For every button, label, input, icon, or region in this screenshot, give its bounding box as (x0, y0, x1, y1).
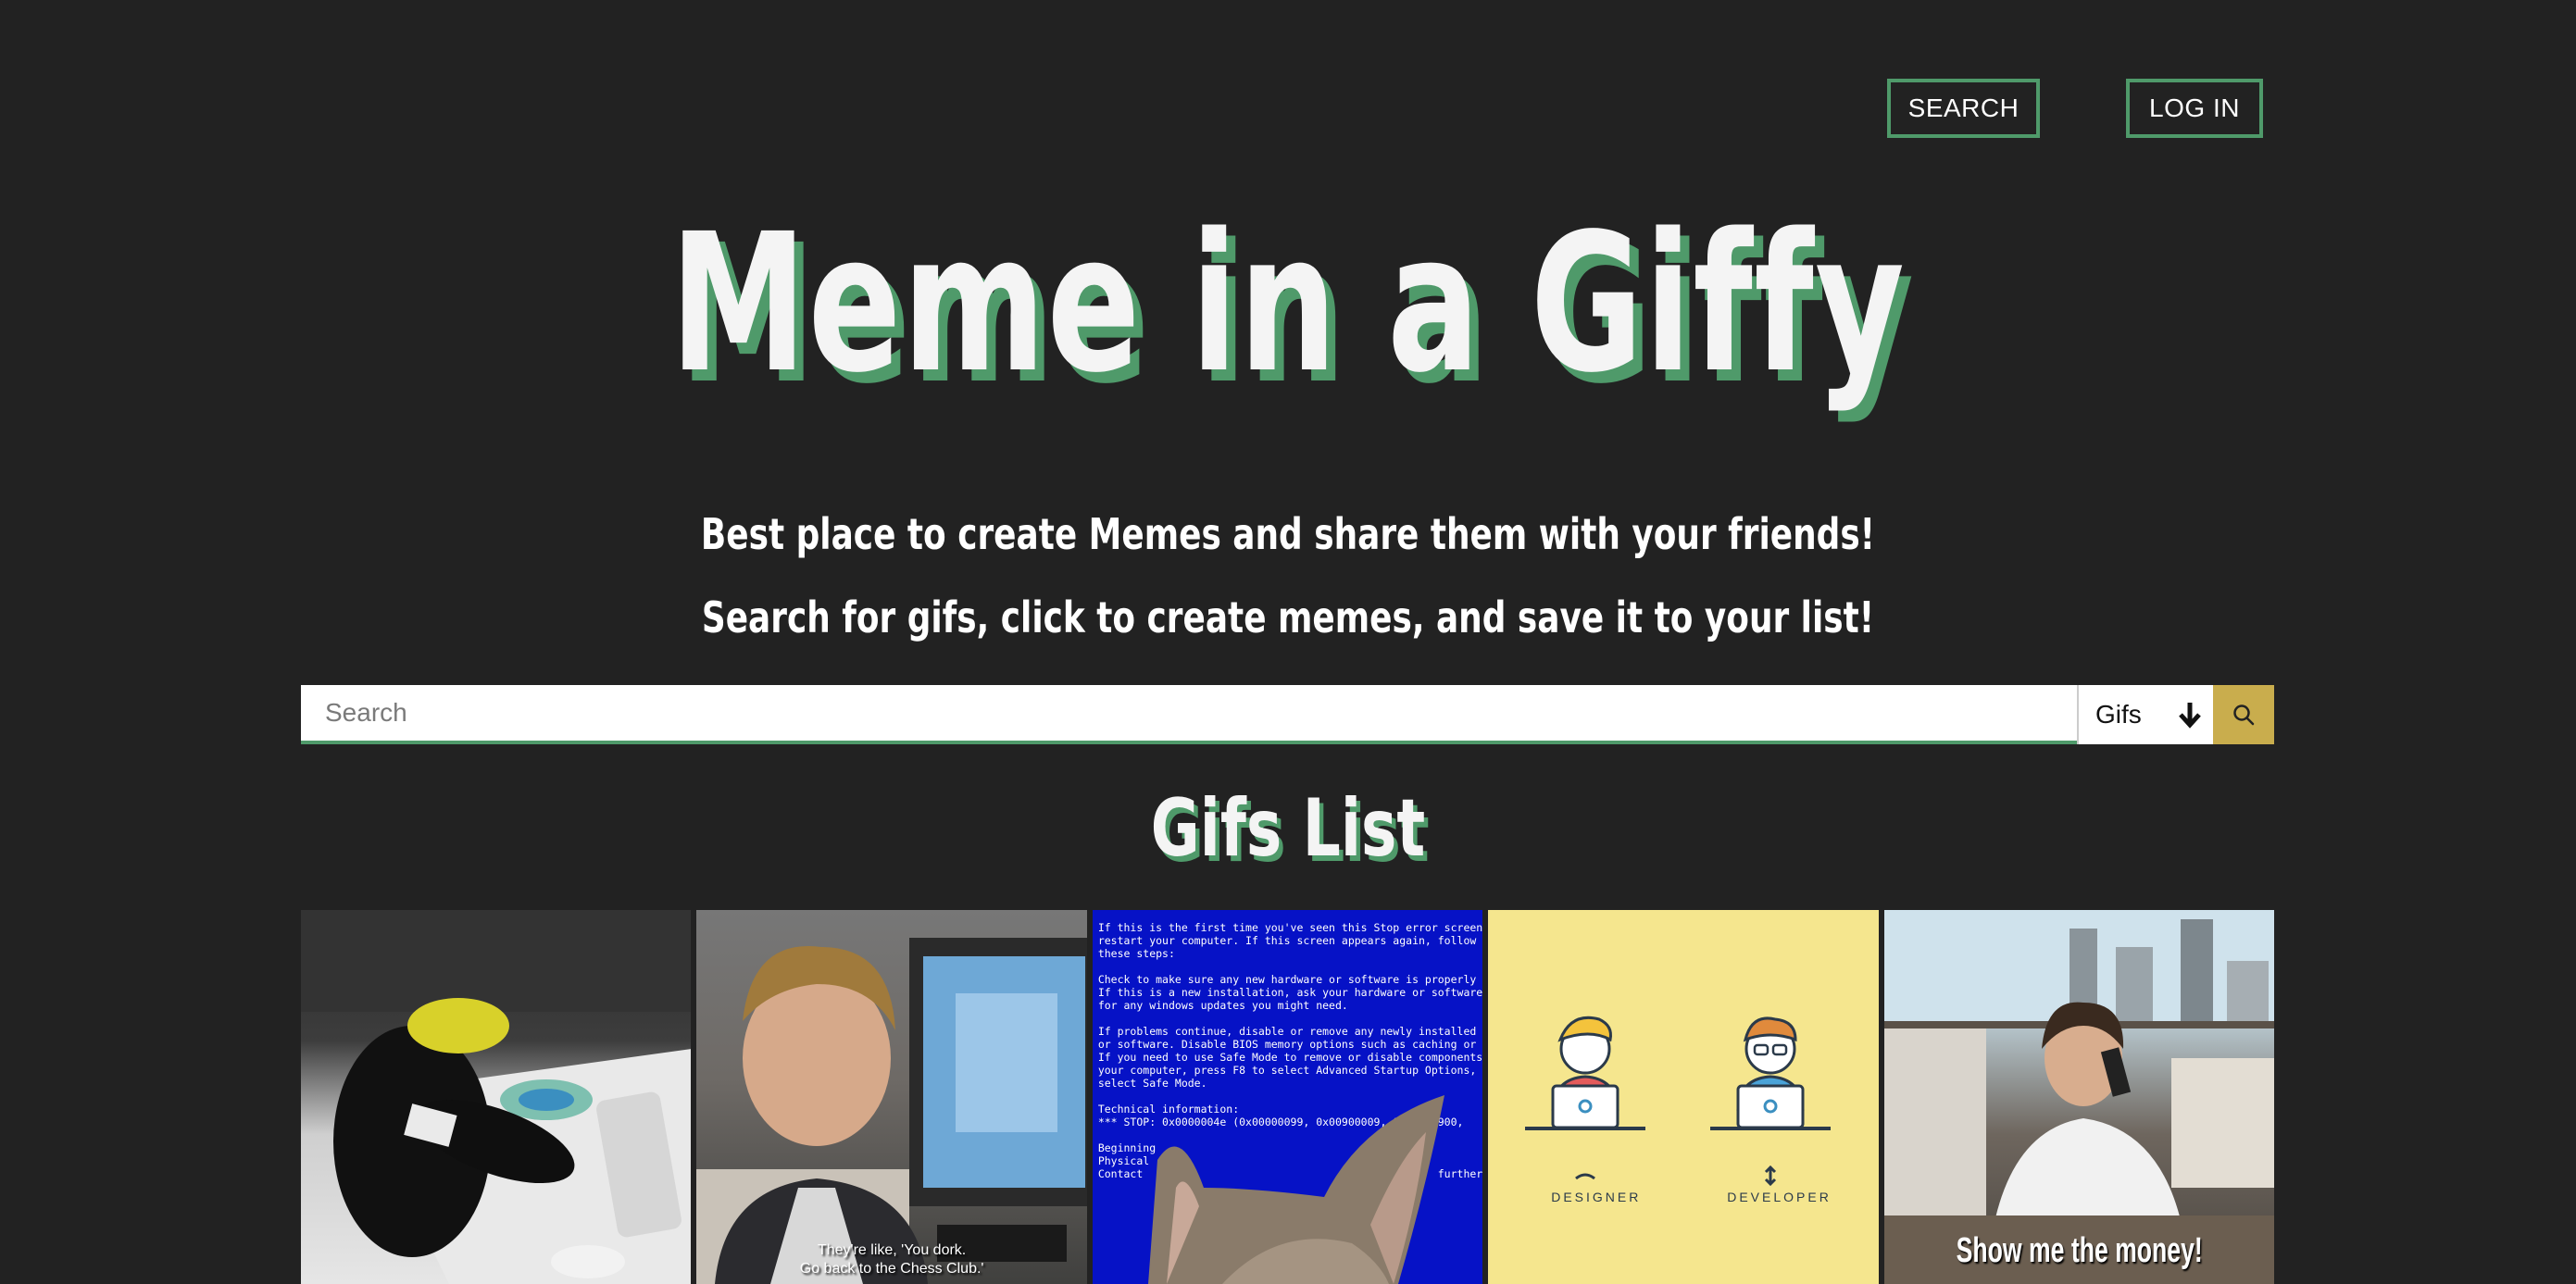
gif-tile[interactable]: They're like, 'You dork. Go back to the … (696, 910, 1087, 1284)
gif-thumbnail-cat (1147, 1095, 1444, 1284)
site-subtitle-2: Search for gifs, click to create memes, … (701, 592, 1875, 642)
media-type-value: Gifs (2095, 700, 2142, 729)
gifs-list-title: Gifs List (1150, 782, 1426, 875)
search-bar: Gifs (301, 685, 2274, 744)
site-title: Meme in a Giffy (669, 193, 1907, 415)
gif-thumbnail-chess-club (696, 938, 1087, 1284)
gif-caption: They're like, 'You dork. Go back to the … (799, 1242, 984, 1277)
search-icon (2233, 704, 2255, 726)
developer-label: DEVELOPER (1727, 1190, 1832, 1204)
gif-tile[interactable]: If this is the first time you've seen th… (1092, 910, 1483, 1284)
arrow-down-icon (2179, 703, 2201, 729)
search-input[interactable] (301, 685, 2077, 744)
gif-caption: Show me the money! (1956, 1231, 2203, 1270)
gif-thumbnail-designer-developer (1525, 1016, 1832, 1187)
gif-tile[interactable]: DESIGNER DEVELOPER (1488, 910, 1879, 1284)
designer-label: DESIGNER (1551, 1190, 1642, 1204)
gif-tile[interactable]: Show me the money! (1883, 910, 2274, 1284)
search-nav-button[interactable]: SEARCH (1887, 79, 2040, 138)
search-submit-button[interactable] (2213, 685, 2274, 744)
gif-grid: They're like, 'You dork. Go back to the … (301, 910, 2274, 1284)
gif-tile[interactable] (301, 910, 692, 1284)
site-subtitle-1: Best place to create Memes and share the… (700, 509, 1876, 559)
login-nav-button[interactable]: LOG IN (2126, 79, 2263, 138)
gif-thumbnail-penguin (301, 910, 692, 1284)
gif-thumbnail-show-me-the-money (1883, 910, 2274, 1284)
media-type-select[interactable]: Gifs (2077, 685, 2213, 744)
